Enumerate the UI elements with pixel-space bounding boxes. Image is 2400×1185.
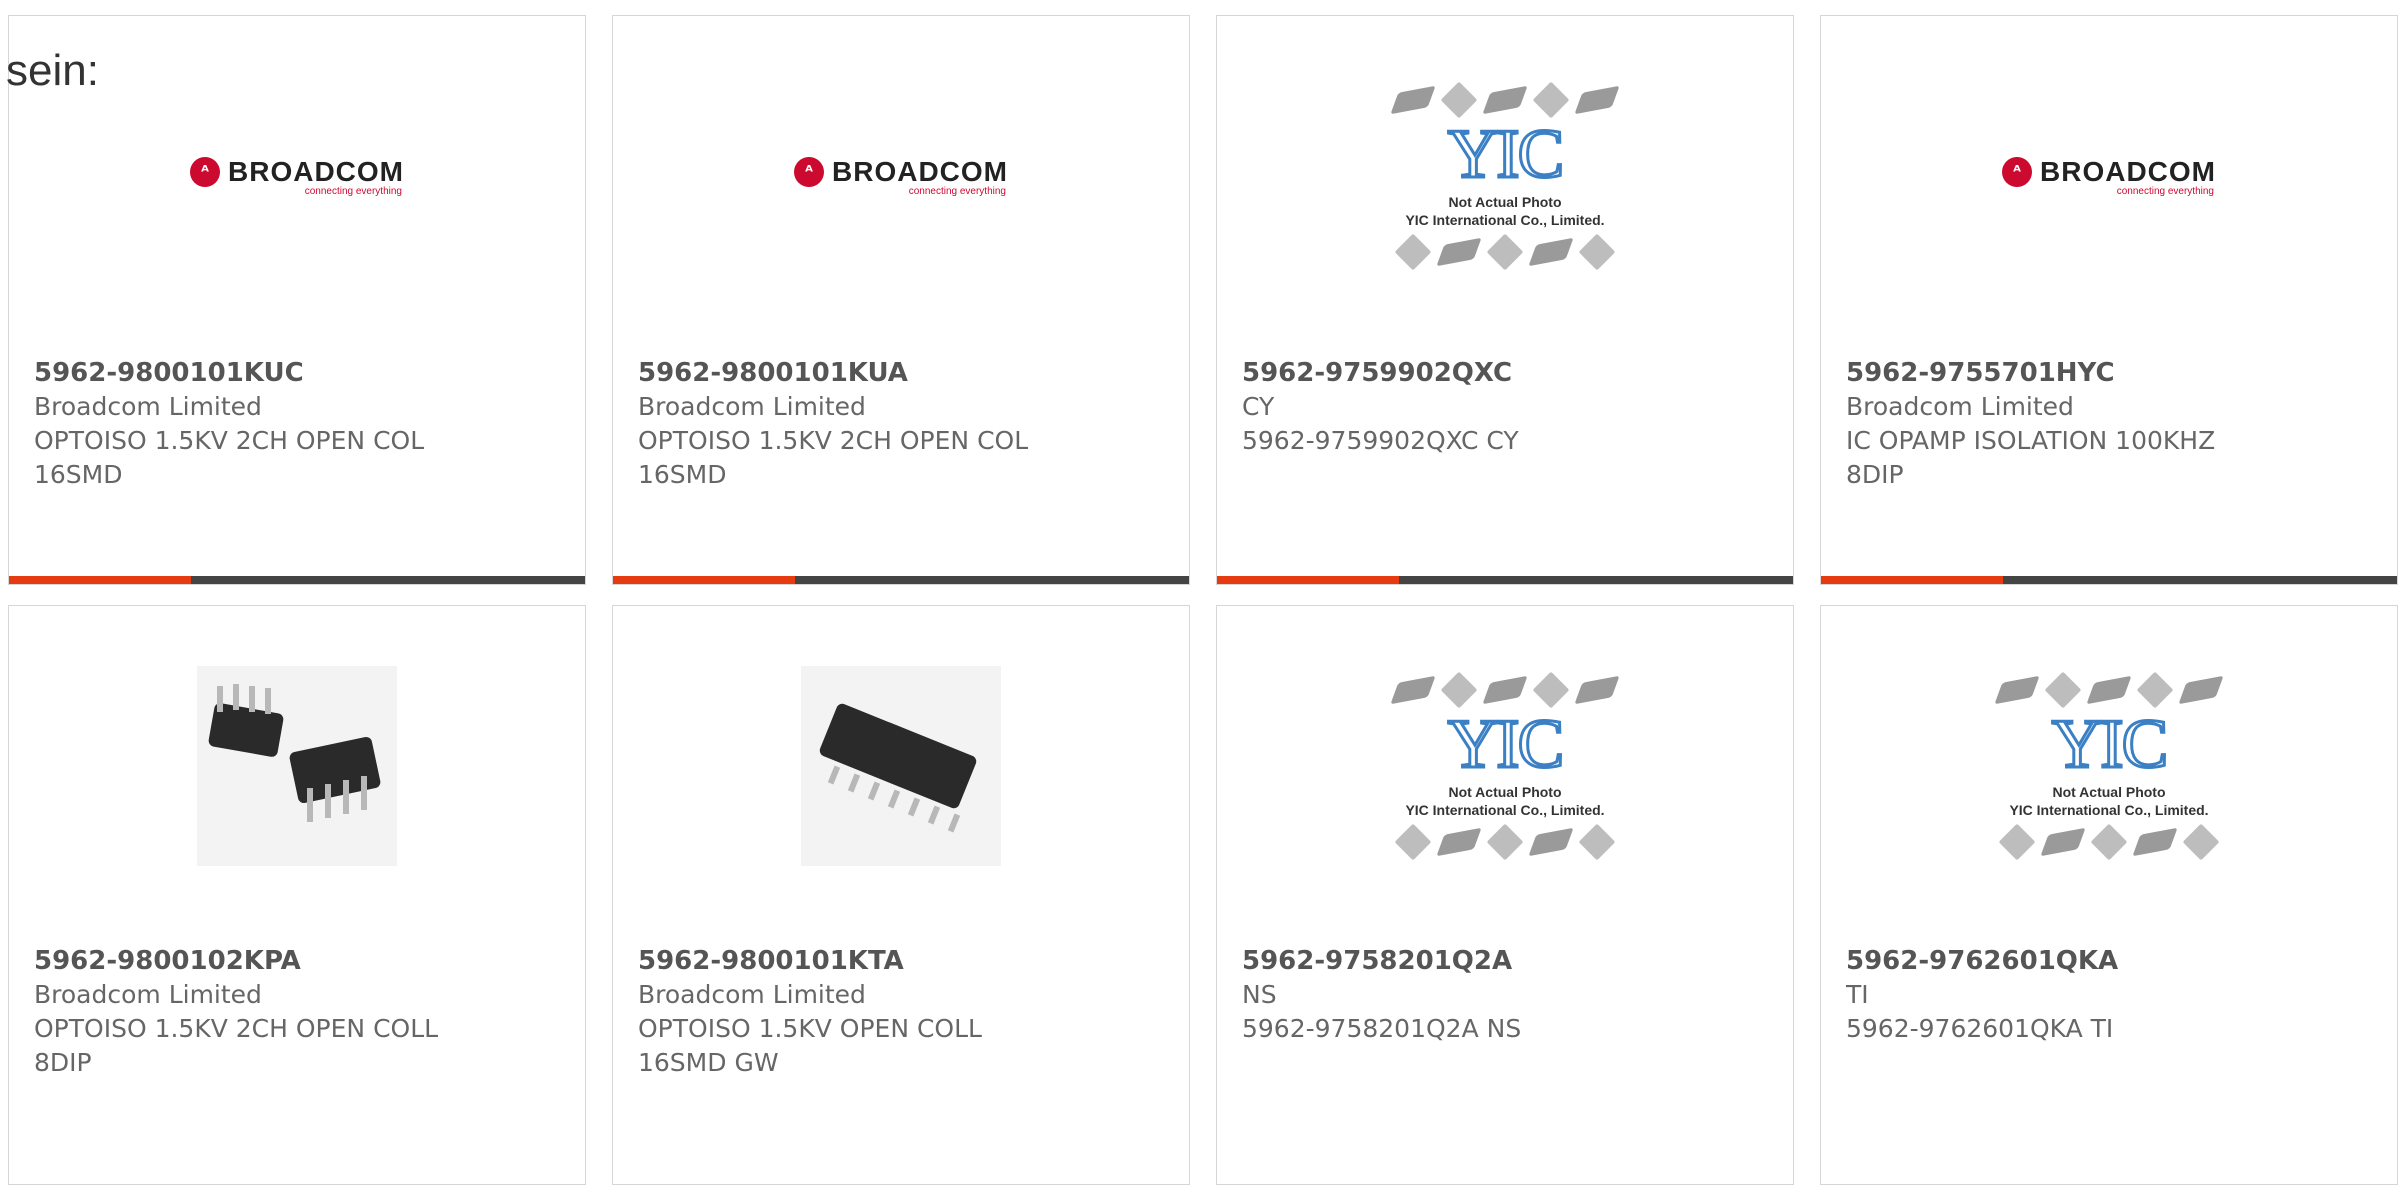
- product-card[interactable]: ᴬ BROADCOM connecting everything 5962-975…: [1820, 15, 2398, 585]
- manufacturer: Broadcom Limited: [34, 980, 262, 1009]
- product-image[interactable]: YIC Not Actual Photo YIC International C…: [1217, 606, 1793, 926]
- part-number[interactable]: 5962-9762601QKA: [1846, 944, 2377, 978]
- product-card[interactable]: 5962-9800101KTA Broadcom Limited OPTOISO…: [612, 605, 1190, 1185]
- product-description: 5962-9758201Q2A NS: [1242, 1014, 1522, 1043]
- product-image[interactable]: YIC Not Actual Photo YIC International C…: [1821, 606, 2397, 926]
- card-accent-bar: [1821, 576, 2397, 584]
- card-accent-bar: [613, 576, 1189, 584]
- broadcom-logo: ᴬ BROADCOM connecting everything: [794, 156, 1008, 197]
- part-number[interactable]: 5962-9758201Q2A: [1242, 944, 1773, 978]
- product-description: OPTOISO 1.5KV 2CH OPEN COL 16SMD: [638, 426, 1029, 489]
- product-description: 5962-9759902QXC CY: [1242, 426, 1519, 455]
- product-image[interactable]: ᴬ BROADCOM connecting everything: [1821, 16, 2397, 336]
- yic-placeholder-image: YIC Not Actual Photo YIC International C…: [1390, 671, 1620, 861]
- broadcom-logo: ᴬ BROADCOM connecting everything: [2002, 156, 2216, 197]
- product-description: IC OPAMP ISOLATION 100KHZ 8DIP: [1846, 426, 2216, 489]
- yic-placeholder-image: YIC Not Actual Photo YIC International C…: [1390, 81, 1620, 271]
- manufacturer: NS: [1242, 980, 1277, 1009]
- manufacturer: Broadcom Limited: [638, 980, 866, 1009]
- manufacturer: Broadcom Limited: [638, 392, 866, 421]
- product-description: OPTOISO 1.5KV 2CH OPEN COLL 8DIP: [34, 1014, 439, 1077]
- product-image[interactable]: ᴬ BROADCOM connecting everything: [613, 16, 1189, 336]
- card-accent-bar: [1217, 576, 1793, 584]
- dip8-package-photo: [197, 666, 397, 866]
- product-card[interactable]: ᴬ BROADCOM connecting everything 5962-980…: [612, 15, 1190, 585]
- part-number[interactable]: 5962-9800101KUC: [34, 356, 565, 390]
- manufacturer: CY: [1242, 392, 1275, 421]
- broadcom-logo: ᴬ BROADCOM connecting everything: [190, 156, 404, 197]
- part-number[interactable]: 5962-9800102KPA: [34, 944, 565, 978]
- manufacturer: Broadcom Limited: [1846, 392, 2074, 421]
- part-number[interactable]: 5962-9759902QXC: [1242, 356, 1773, 390]
- product-card[interactable]: ᴬ BROADCOM connecting everything 5962-980…: [8, 15, 586, 585]
- manufacturer: TI: [1846, 980, 1869, 1009]
- product-description: OPTOISO 1.5KV 2CH OPEN COL 16SMD: [34, 426, 425, 489]
- section-heading: sein:: [6, 46, 99, 95]
- product-card[interactable]: YIC Not Actual Photo YIC International C…: [1216, 15, 1794, 585]
- smd16-package-photo: [801, 666, 1001, 866]
- card-accent-bar: [9, 576, 585, 584]
- product-image[interactable]: [9, 606, 585, 926]
- product-description: 5962-9762601QKA TI: [1846, 1014, 2114, 1043]
- product-description: OPTOISO 1.5KV OPEN COLL 16SMD GW: [638, 1014, 982, 1077]
- part-number[interactable]: 5962-9800101KUA: [638, 356, 1169, 390]
- product-image[interactable]: [613, 606, 1189, 926]
- part-number[interactable]: 5962-9800101KTA: [638, 944, 1169, 978]
- product-card[interactable]: 5962-9800102KPA Broadcom Limited OPTOISO…: [8, 605, 586, 1185]
- product-image[interactable]: YIC Not Actual Photo YIC International C…: [1217, 16, 1793, 336]
- manufacturer: Broadcom Limited: [34, 392, 262, 421]
- part-number[interactable]: 5962-9755701HYC: [1846, 356, 2377, 390]
- yic-placeholder-image: YIC Not Actual Photo YIC International C…: [1994, 671, 2224, 861]
- product-card[interactable]: YIC Not Actual Photo YIC International C…: [1820, 605, 2398, 1185]
- product-card[interactable]: YIC Not Actual Photo YIC International C…: [1216, 605, 1794, 1185]
